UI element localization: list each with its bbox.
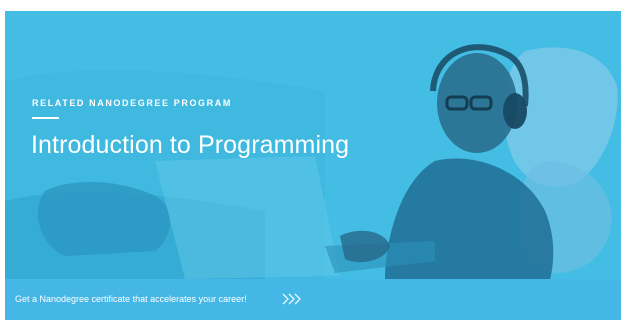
- program-banner-card[interactable]: RELATED NANODEGREE PROGRAM Introduction …: [5, 11, 621, 320]
- banner-footer[interactable]: Get a Nanodegree certificate that accele…: [5, 279, 621, 320]
- footer-cta-text[interactable]: Get a Nanodegree certificate that accele…: [15, 294, 247, 304]
- program-title[interactable]: Introduction to Programming: [31, 131, 349, 160]
- hero-image: RELATED NANODEGREE PROGRAM Introduction …: [5, 11, 621, 279]
- title-divider: [32, 117, 59, 119]
- program-eyebrow: RELATED NANODEGREE PROGRAM: [32, 98, 232, 108]
- triple-chevron-right-icon[interactable]: [280, 291, 304, 307]
